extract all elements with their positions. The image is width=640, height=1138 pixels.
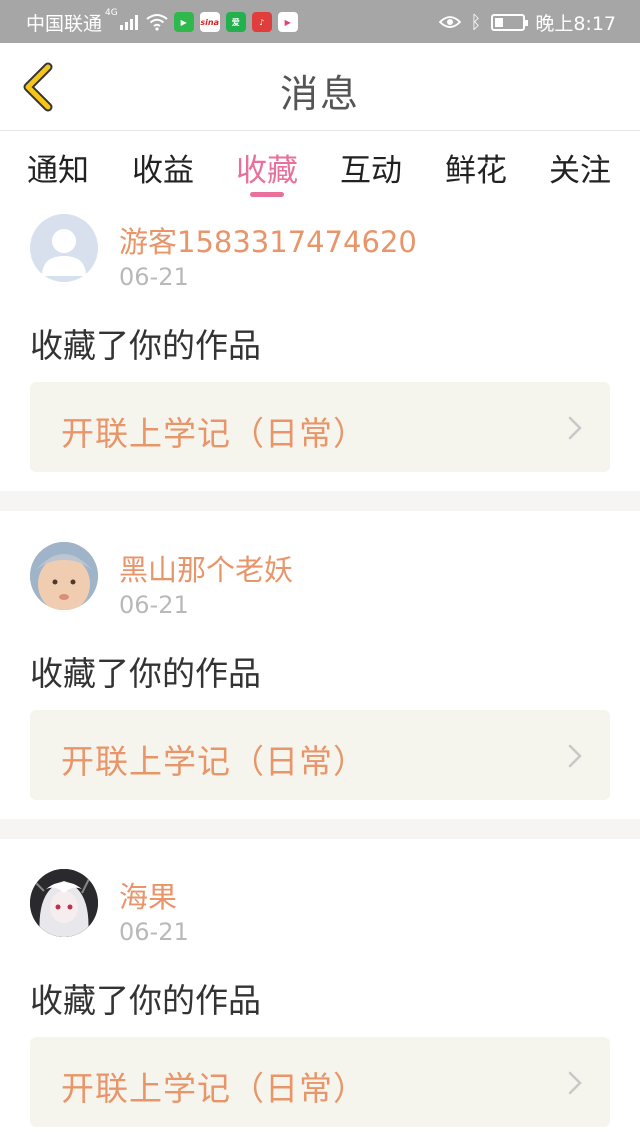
network-type: 4G [105,8,118,18]
list-item: 游客1583317474620 06-21 收藏了你的作品 开联上学记（日常） [0,201,640,491]
action-text: 收藏了你的作品 [30,654,261,693]
timestamp: 06-21 [119,591,189,619]
default-avatar-icon[interactable] [30,214,98,282]
status-left: 中国联通 4G ▶ sina 爱 ♪ ▶ [26,8,298,35]
player-app-icon: ▶ [277,12,298,32]
clock: 晚上8:17 [535,12,616,35]
wifi-icon [146,14,168,31]
carrier-label: 中国联通 [26,12,103,35]
status-bar: 中国联通 4G ▶ sina 爱 ♪ ▶ ᛒ 晚上8:17 [0,0,640,43]
tab-flowers[interactable]: 鲜花 [431,145,521,190]
tab-following[interactable]: 关注 [535,145,625,190]
app-header: 消息 [0,43,640,131]
divider [0,491,640,511]
work-title: 开联上学记（日常） [61,742,367,781]
tab-notifications[interactable]: 通知 [13,145,103,190]
work-link[interactable]: 开联上学记（日常） [30,382,610,472]
list-item: 黑山那个老妖 06-21 收藏了你的作品 开联上学记（日常） [0,511,640,819]
username[interactable]: 黑山那个老妖 [119,547,293,589]
work-title: 开联上学记（日常） [61,1069,367,1108]
status-right: ᛒ 晚上8:17 [438,10,616,35]
anime-girl-avatar[interactable] [30,869,98,937]
chevron-right-icon [568,744,582,768]
username[interactable]: 海果 [119,874,177,916]
timestamp: 06-21 [119,918,189,946]
list-item: 海果 06-21 收藏了你的作品 开联上学记（日常） [0,839,640,1138]
battery-icon [491,13,529,31]
timestamp: 06-21 [119,263,189,291]
work-link[interactable]: 开联上学记（日常） [30,710,610,800]
tab-earnings[interactable]: 收益 [118,145,208,190]
music-app-icon: ♪ [251,12,272,32]
iqiyi-app-icon: 爱 [225,12,246,32]
active-tab-indicator [250,192,284,197]
bluetooth-icon: ᛒ [470,11,482,33]
sina-app-icon: sina [199,12,220,32]
work-title: 开联上学记（日常） [61,414,367,453]
video-app-icon: ▶ [173,12,194,32]
page-title: 消息 [279,72,360,116]
divider [0,819,640,839]
username[interactable]: 游客1583317474620 [119,219,417,261]
chevron-right-icon [568,416,582,440]
tab-interactions[interactable]: 互动 [326,145,416,190]
eye-icon [438,16,461,28]
work-link[interactable]: 开联上学记（日常） [30,1037,610,1127]
tab-bar: 通知 收益 收藏 互动 鲜花 关注 [0,131,640,201]
chevron-right-icon [568,1071,582,1095]
baby-photo-avatar[interactable] [30,542,98,610]
action-text: 收藏了你的作品 [30,326,261,365]
action-text: 收藏了你的作品 [30,981,261,1020]
signal-icon [119,14,138,30]
tab-favorites[interactable]: 收藏 [222,145,312,190]
